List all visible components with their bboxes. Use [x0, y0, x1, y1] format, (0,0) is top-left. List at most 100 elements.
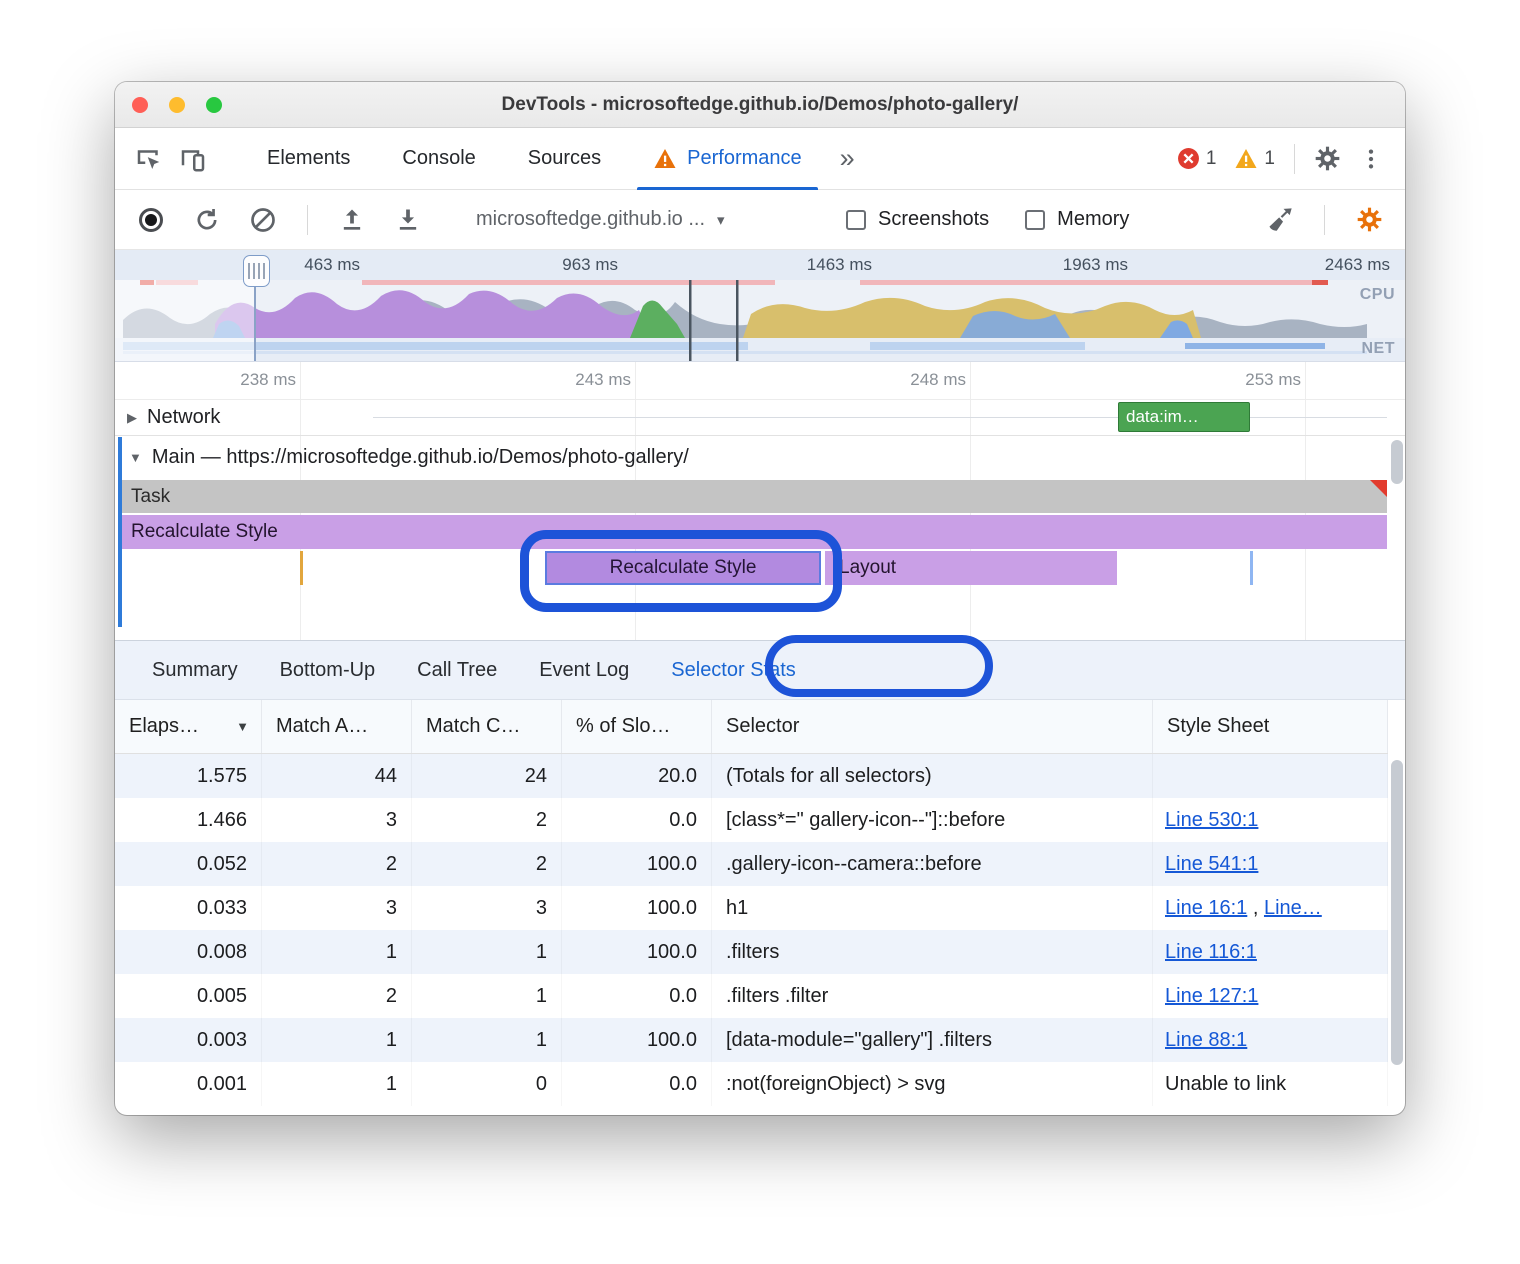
- error-count: 1: [1206, 148, 1217, 170]
- warning-badge[interactable]: 1: [1225, 148, 1284, 170]
- header-slow-pct[interactable]: % of Slo…: [562, 700, 712, 753]
- settings-button[interactable]: [1305, 137, 1349, 181]
- kebab-menu-button[interactable]: [1349, 137, 1393, 181]
- tab-elements[interactable]: Elements: [241, 128, 376, 190]
- table-row[interactable]: 0.003 1 1 100.0 [data-module="gallery"] …: [115, 1018, 1388, 1062]
- stylesheet-link[interactable]: Line 16:1: [1165, 897, 1247, 919]
- cell-style-sheet: Unable to link: [1153, 1062, 1388, 1106]
- stylesheet-link[interactable]: Line 127:1: [1165, 985, 1258, 1007]
- record-and-reload-button[interactable]: [185, 198, 229, 242]
- inspect-element-button[interactable]: [127, 137, 171, 181]
- warning-triangle-icon: [653, 148, 677, 169]
- cpu-track-label: CPU: [1360, 286, 1395, 304]
- header-match-attempts[interactable]: Match A…: [262, 700, 412, 753]
- recalculate-style-event-bar[interactable]: Recalculate Style: [122, 515, 1387, 549]
- cell-match-attempts: 2: [262, 974, 412, 1018]
- clear-icon: [249, 206, 277, 234]
- cpu-activity-chart[interactable]: [115, 280, 1405, 362]
- header-match-count[interactable]: Match C…: [412, 700, 562, 753]
- main-track-header[interactable]: ▼ Main — https://microsoftedge.github.io…: [129, 446, 689, 469]
- tab-summary[interactable]: Summary: [131, 640, 259, 700]
- performance-toolbar: microsoftedge.github.io ... ▾ Screenshot…: [115, 190, 1405, 250]
- header-selector[interactable]: Selector: [712, 700, 1153, 753]
- tab-call-tree[interactable]: Call Tree: [396, 640, 518, 700]
- table-row[interactable]: 1.466 3 2 0.0 [class*=" gallery-icon--"]…: [115, 798, 1388, 842]
- tab-label: Console: [402, 147, 475, 170]
- cell-match-attempts: 3: [262, 886, 412, 930]
- overview-window-handle[interactable]: [243, 255, 270, 287]
- tab-performance[interactable]: Performance: [627, 128, 828, 190]
- tab-event-log[interactable]: Event Log: [518, 640, 650, 700]
- header-label: Selector: [726, 715, 799, 737]
- header-label: Style Sheet: [1167, 715, 1269, 737]
- event-tick[interactable]: [1250, 551, 1253, 585]
- tab-bottom-up[interactable]: Bottom-Up: [259, 640, 397, 700]
- minimize-window-button[interactable]: [169, 97, 185, 113]
- error-badge[interactable]: 1: [1168, 147, 1226, 170]
- device-toolbar-button[interactable]: [171, 137, 215, 181]
- ruler-label: 238 ms: [196, 370, 296, 390]
- timeline-overview[interactable]: 463 ms 963 ms 1463 ms 1963 ms 2463 ms: [115, 250, 1405, 362]
- screenshots-checkbox[interactable]: [846, 210, 866, 230]
- stylesheet-link[interactable]: Line 88:1: [1165, 1029, 1247, 1051]
- window-titlebar[interactable]: DevTools - microsoftedge.github.io/Demos…: [115, 82, 1405, 128]
- inspect-icon: [134, 144, 164, 174]
- long-task-corner-icon: [1370, 480, 1387, 497]
- task-event-bar[interactable]: Task: [122, 480, 1387, 513]
- cell-slow-pct: 100.0: [562, 886, 712, 930]
- profile-select[interactable]: microsoftedge.github.io ... ▾: [476, 208, 816, 231]
- close-window-button[interactable]: [132, 97, 148, 113]
- stylesheet-link[interactable]: Line…: [1264, 897, 1322, 919]
- table-row[interactable]: 0.001 1 0 0.0 :not(foreignObject) > svg …: [115, 1062, 1388, 1106]
- header-style-sheet[interactable]: Style Sheet: [1153, 700, 1388, 753]
- tab-sources[interactable]: Sources: [502, 128, 627, 190]
- recalculate-style-selected-event[interactable]: Recalculate Style: [545, 551, 821, 585]
- stylesheet-link[interactable]: Line 116:1: [1165, 941, 1257, 963]
- zoom-window-button[interactable]: [206, 97, 222, 113]
- table-scrollbar-thumb[interactable]: [1391, 760, 1403, 1065]
- cell-elapsed: 0.033: [115, 886, 262, 930]
- table-row[interactable]: 1.575 44 24 20.0 (Totals for all selecto…: [115, 754, 1388, 798]
- network-track-header[interactable]: ▶ Network: [127, 406, 220, 429]
- load-profile-button[interactable]: [330, 198, 374, 242]
- layout-event-bar[interactable]: Layout: [825, 551, 1117, 585]
- stylesheet-link[interactable]: Line 541:1: [1165, 853, 1258, 875]
- table-row[interactable]: 0.008 1 1 100.0 .filters Line 116:1: [115, 930, 1388, 974]
- capture-settings-button[interactable]: [1347, 198, 1391, 242]
- flame-chart[interactable]: 238 ms 243 ms 248 ms 253 ms ▶ Network da…: [115, 362, 1405, 640]
- stylesheet-link[interactable]: Line 530:1: [1165, 809, 1258, 831]
- cell-match-count: 1: [412, 974, 562, 1018]
- ruler-label: 463 ms: [260, 255, 360, 275]
- more-tabs-button[interactable]: »: [828, 143, 867, 174]
- ruler-label: 248 ms: [866, 370, 966, 390]
- cell-slow-pct: 100.0: [562, 1018, 712, 1062]
- record-button[interactable]: [129, 198, 173, 242]
- sort-icon: ▼: [236, 700, 249, 753]
- flame-scrollbar-thumb[interactable]: [1391, 440, 1403, 484]
- cell-selector: .gallery-icon--camera::before: [712, 842, 1153, 886]
- collect-garbage-button[interactable]: [1258, 198, 1302, 242]
- tab-console[interactable]: Console: [376, 128, 501, 190]
- table-row[interactable]: 0.052 2 2 100.0 .gallery-icon--camera::b…: [115, 842, 1388, 886]
- memory-checkbox[interactable]: [1025, 210, 1045, 230]
- save-profile-button[interactable]: [386, 198, 430, 242]
- table-row[interactable]: 0.005 2 1 0.0 .filters .filter Line 127:…: [115, 974, 1388, 1018]
- chevron-down-icon: ▾: [717, 211, 725, 229]
- cell-slow-pct: 0.0: [562, 974, 712, 1018]
- tab-selector-stats[interactable]: Selector Stats: [650, 640, 817, 700]
- warning-count: 1: [1264, 148, 1275, 170]
- event-tick[interactable]: [300, 551, 303, 585]
- collect-garbage-icon: [1266, 206, 1294, 234]
- divider: [1324, 205, 1325, 235]
- screenshots-checkbox-group: Screenshots: [846, 208, 989, 231]
- cell-match-count: 2: [412, 842, 562, 886]
- cell-slow-pct: 0.0: [562, 1062, 712, 1106]
- network-request-chip[interactable]: data:im…: [1118, 402, 1250, 432]
- header-label: Match A…: [276, 715, 368, 737]
- tab-label: Event Log: [539, 659, 629, 682]
- header-elapsed[interactable]: Elaps…▼: [115, 700, 262, 753]
- clear-button[interactable]: [241, 198, 285, 242]
- cell-slow-pct: 100.0: [562, 842, 712, 886]
- table-row[interactable]: 0.033 3 3 100.0 h1 Line 16:1 , Line…: [115, 886, 1388, 930]
- warning-icon: [1234, 148, 1258, 169]
